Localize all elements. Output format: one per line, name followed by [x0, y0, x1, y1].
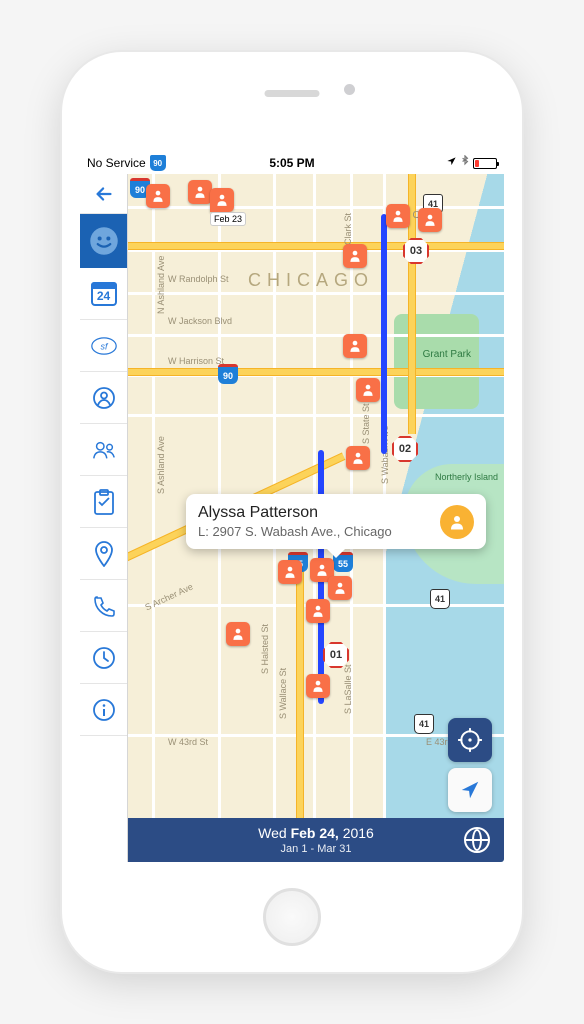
map-pin[interactable]: Feb 23: [210, 188, 234, 212]
map-pin[interactable]: [188, 180, 212, 204]
map-pin[interactable]: [343, 334, 367, 358]
street-label: N Ashland Ave: [156, 256, 166, 314]
carrier-text: No Service: [87, 156, 146, 170]
navigation-button[interactable]: [448, 768, 492, 812]
street-label: S Ashland Ave: [156, 436, 166, 494]
salesforce-icon: sf: [91, 333, 117, 359]
map-pin[interactable]: [346, 446, 370, 470]
sidebar-history-button[interactable]: [80, 632, 127, 684]
svg-text:sf: sf: [100, 341, 108, 351]
map-pin[interactable]: [226, 622, 250, 646]
people-icon: [91, 437, 117, 463]
phone-frame: No Service 90 5:05 PM: [62, 52, 522, 972]
street-label: S LaSalle St: [343, 664, 353, 714]
sidebar-person-button[interactable]: [80, 372, 127, 424]
city-label: CHICAGO: [248, 270, 374, 291]
selected-date: Wed Feb 24, 2016: [258, 824, 374, 842]
sidebar-people-button[interactable]: [80, 424, 127, 476]
sidebar-info-button[interactable]: [80, 684, 127, 736]
sidebar-clipboard-button[interactable]: [80, 476, 127, 528]
date-bar[interactable]: Wed Feb 24, 2016 Jan 1 - Mar 31: [128, 818, 504, 862]
recenter-button[interactable]: [448, 718, 492, 762]
map-pin[interactable]: [328, 576, 352, 600]
route-stop[interactable]: 03: [403, 238, 429, 264]
street-label: W Harrison St: [168, 356, 224, 366]
clock-icon: [91, 645, 117, 671]
map-pin[interactable]: [278, 560, 302, 584]
route-stop[interactable]: 01: [323, 642, 349, 668]
sidebar: 24 sf: [80, 174, 128, 862]
phone-icon: [91, 593, 117, 619]
us-route-badge: 41: [414, 714, 434, 734]
callout-person-button[interactable]: [440, 505, 474, 539]
sidebar-profile-button[interactable]: [80, 214, 127, 268]
street-label: S State St: [361, 403, 371, 444]
street-label: S Archer Ave: [143, 582, 194, 613]
grant-park: [394, 314, 479, 409]
interstate-shield-icon: 90: [150, 155, 166, 171]
street-label: W 43rd St: [168, 737, 208, 747]
map-pin[interactable]: [386, 204, 410, 228]
callout-title: Alyssa Patterson: [198, 504, 430, 522]
map-pin[interactable]: [343, 244, 367, 268]
map-canvas[interactable]: Grant Park N Ashl: [128, 174, 504, 862]
map-pin[interactable]: [146, 184, 170, 208]
home-button[interactable]: [263, 888, 321, 946]
interstate-badge: 90: [218, 364, 238, 384]
map-pin[interactable]: [306, 599, 330, 623]
street-label: W Jackson Blvd: [168, 316, 232, 326]
status-bar: No Service 90 5:05 PM: [80, 152, 504, 174]
calendar-icon: 24: [91, 282, 117, 306]
sidebar-location-button[interactable]: [80, 528, 127, 580]
sidebar-calendar-button[interactable]: 24: [80, 268, 127, 320]
screen: No Service 90 5:05 PM: [80, 152, 504, 862]
map-pin[interactable]: [418, 208, 442, 232]
park-label: Grant Park: [423, 349, 471, 360]
street-label: S Wallace St: [278, 668, 288, 719]
map-pin[interactable]: [356, 378, 380, 402]
location-pin-icon: [91, 541, 117, 567]
clock-text: 5:05 PM: [269, 156, 314, 170]
clipboard-icon: [91, 489, 117, 515]
route-stop[interactable]: 02: [392, 436, 418, 462]
battery-icon: [473, 158, 497, 169]
location-arrow-icon: [446, 156, 457, 170]
date-range: Jan 1 - Mar 31: [258, 842, 374, 856]
island-label: Northerly Island: [435, 472, 498, 482]
street-label: W Randolph St: [168, 274, 229, 284]
callout-subtitle: L: 2907 S. Wabash Ave., Chicago: [198, 524, 430, 539]
us-route-badge: 41: [430, 589, 450, 609]
sidebar-phone-button[interactable]: [80, 580, 127, 632]
globe-icon[interactable]: [464, 827, 490, 853]
back-button[interactable]: [80, 174, 127, 214]
sidebar-salesforce-button[interactable]: sf: [80, 320, 127, 372]
street-label: S Halsted St: [260, 624, 270, 674]
pin-callout[interactable]: Alyssa Patterson L: 2907 S. Wabash Ave.,…: [186, 494, 486, 549]
bluetooth-icon: [461, 155, 469, 171]
map-pin[interactable]: [306, 674, 330, 698]
info-icon: [91, 697, 117, 723]
person-icon: [91, 385, 117, 411]
